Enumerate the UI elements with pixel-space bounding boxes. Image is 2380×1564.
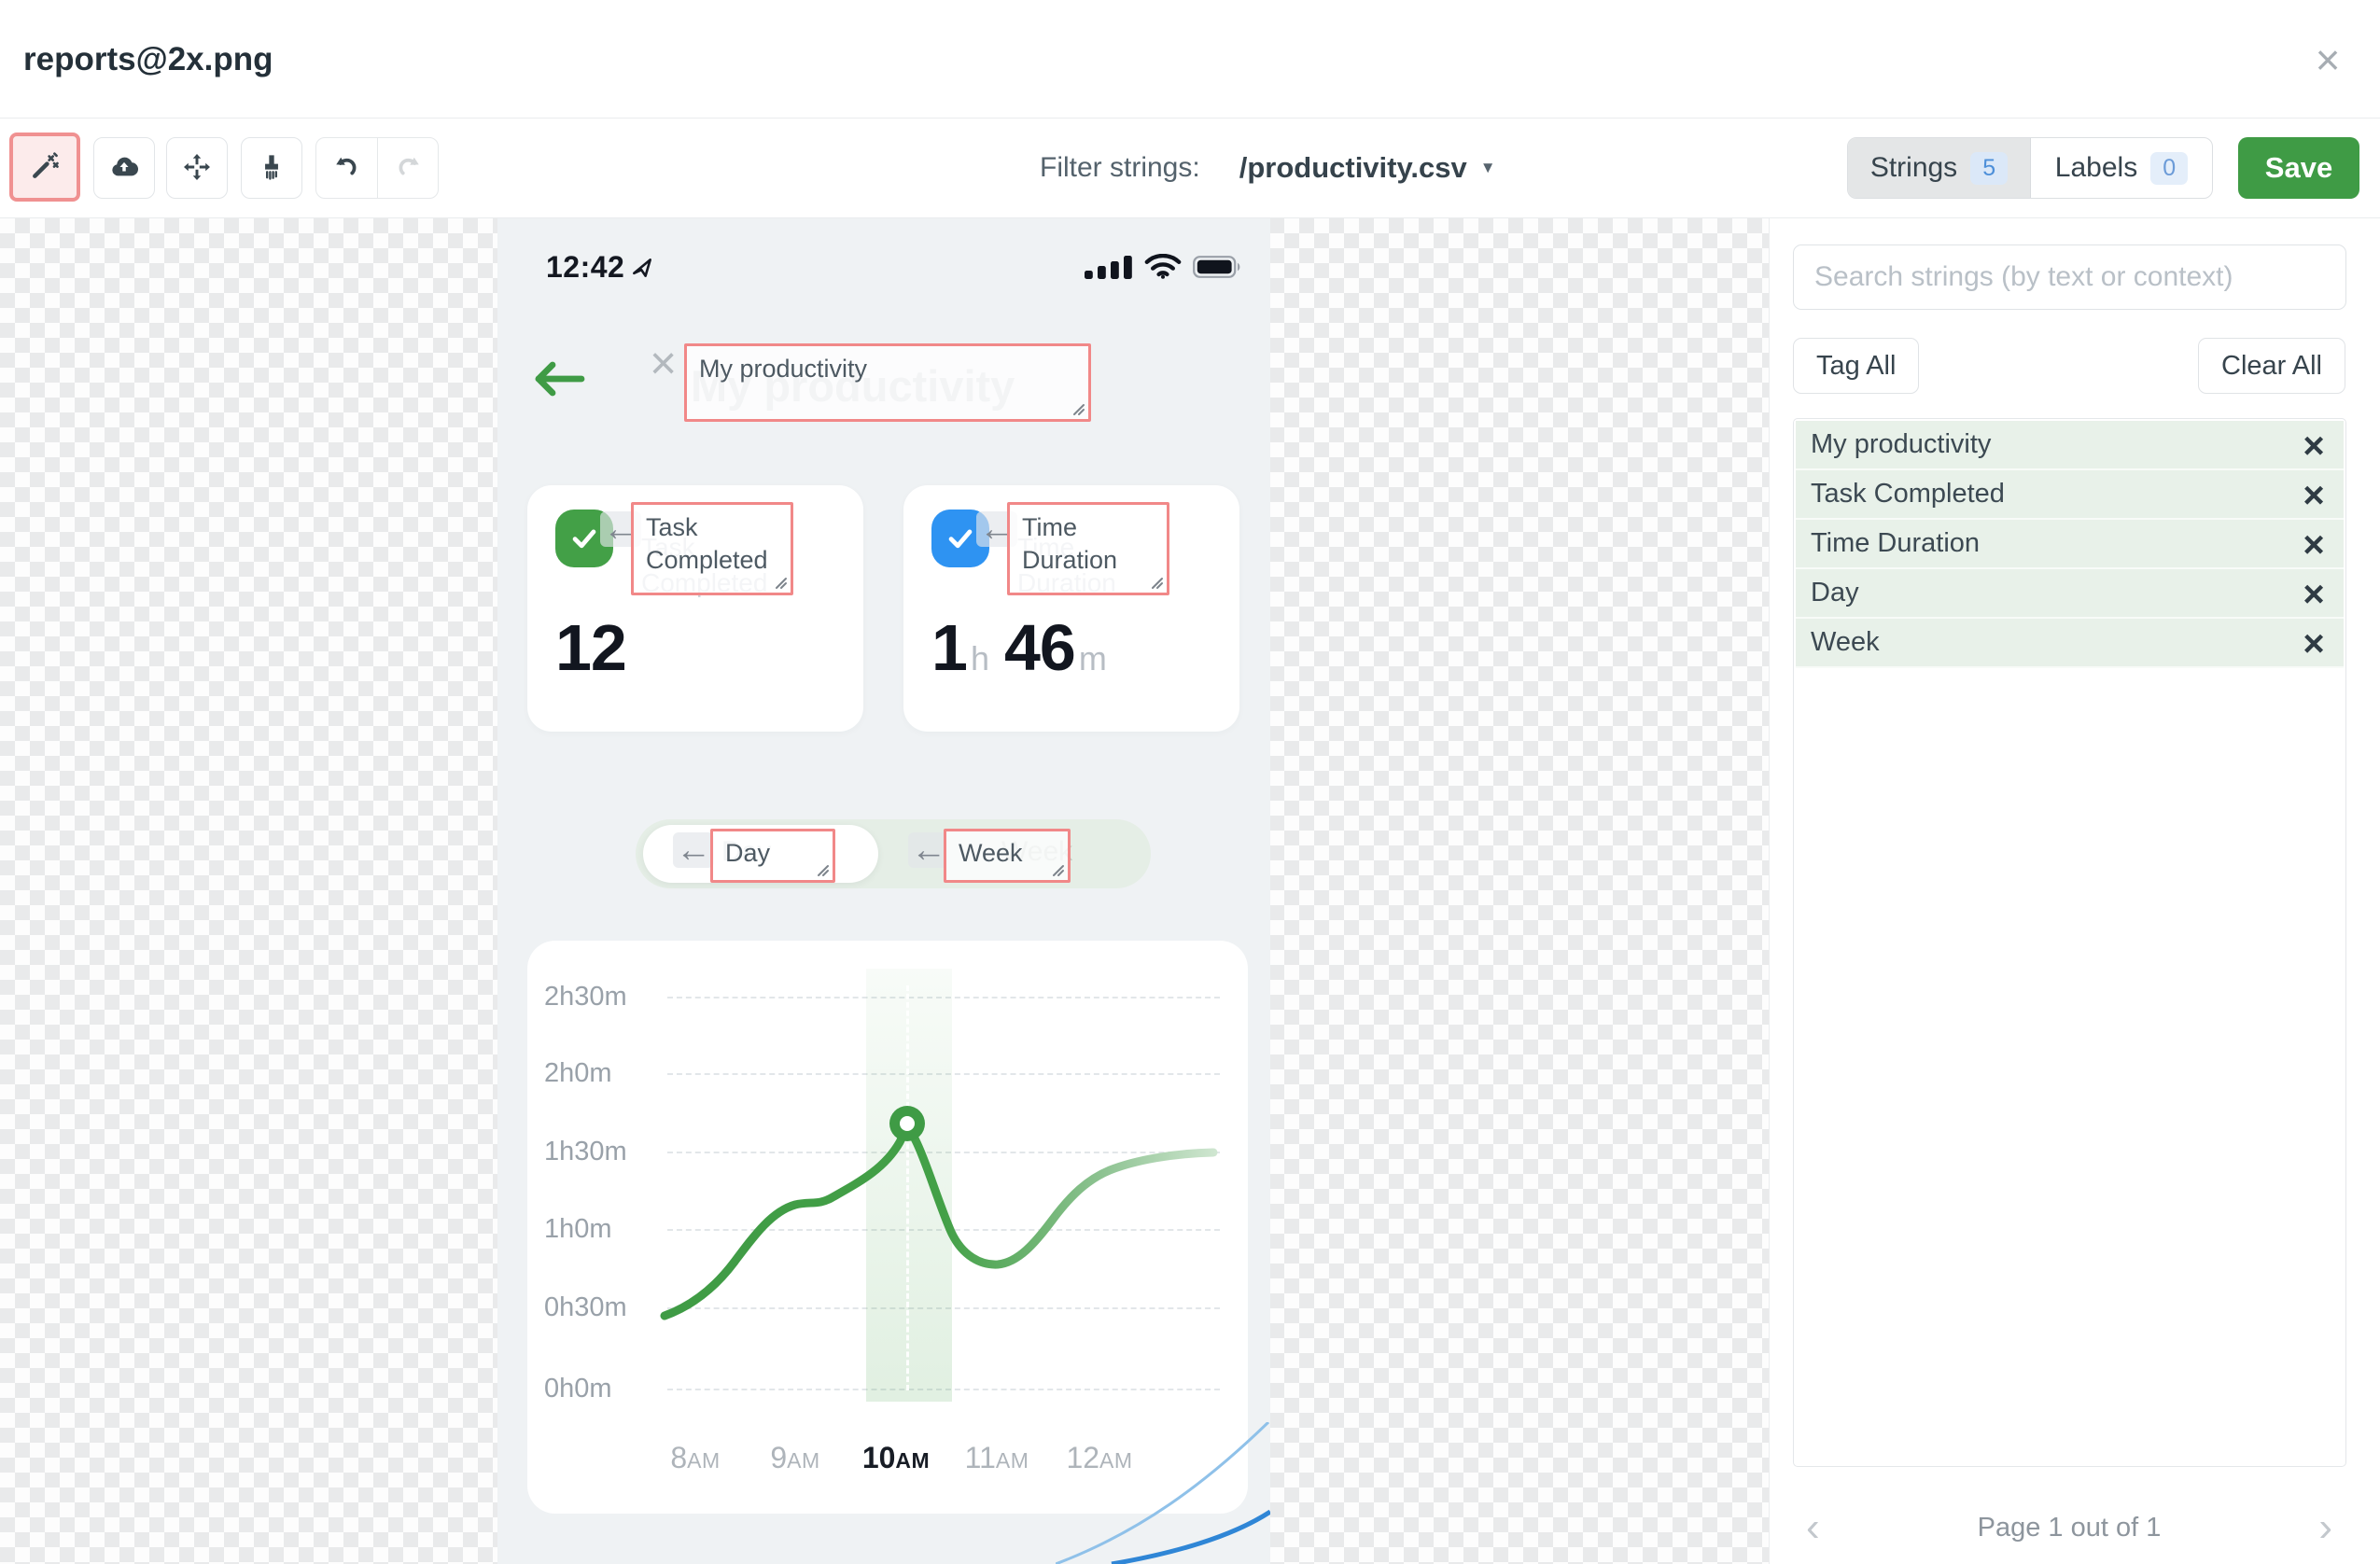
- value-hours: 1: [931, 611, 968, 684]
- undo-button[interactable]: [316, 138, 377, 198]
- task-count-value: 12: [555, 611, 627, 684]
- remove-string-icon[interactable]: ×: [2291, 619, 2336, 668]
- tag-box-title[interactable]: My productivity: [684, 343, 1091, 422]
- tag-box-task-completed[interactable]: Task Completed: [631, 502, 793, 595]
- filter-strings-control: Filter strings: /productivity.csv ▼: [1040, 119, 1496, 217]
- value-minutes: 46: [1003, 611, 1076, 684]
- remove-string-icon[interactable]: ×: [2291, 569, 2336, 619]
- tag-label: Task Completed: [646, 513, 768, 575]
- next-page-icon[interactable]: ›: [2305, 1507, 2345, 1548]
- resize-handle-icon[interactable]: [1050, 862, 1065, 877]
- strings-count-badge: 5: [1970, 151, 2009, 185]
- remove-string-icon[interactable]: ×: [2291, 520, 2336, 569]
- upload-tool-button[interactable]: [93, 137, 155, 199]
- tag-label: My productivity: [699, 355, 868, 383]
- labels-count-badge: 0: [2150, 151, 2189, 185]
- tab-labels-label: Labels: [2054, 152, 2138, 183]
- window-close-button[interactable]: ×: [2302, 34, 2354, 86]
- search-strings-input[interactable]: [1793, 244, 2346, 310]
- x-axis-label: 9AM: [770, 1441, 820, 1474]
- caret-down-icon: ▼: [1479, 159, 1496, 176]
- tab-labels[interactable]: Labels 0: [2030, 138, 2212, 198]
- undo-icon: [333, 153, 361, 184]
- status-time: 12:42: [546, 250, 625, 284]
- tag-box-week[interactable]: Week: [944, 829, 1071, 883]
- wifi-icon: [1144, 253, 1182, 285]
- editor-canvas: 12:42 × My productivity ← Task Completed…: [0, 218, 2380, 1564]
- clear-all-button[interactable]: Clear All: [2198, 338, 2345, 394]
- value-hours-unit: h: [970, 639, 989, 677]
- x-axis-label: 8AM: [670, 1441, 721, 1474]
- magic-wand-tool-button[interactable]: [9, 133, 80, 202]
- string-list-item[interactable]: Time Duration ×: [1796, 520, 2344, 569]
- pagination: ‹ Page 1 out of 1 ›: [1793, 1507, 2345, 1548]
- card-task-completed: ← Task Completed Task Completed 12: [527, 485, 863, 732]
- string-text: Week: [1811, 627, 1880, 657]
- string-list-item[interactable]: My productivity ×: [1796, 421, 2344, 470]
- card-time-duration: ← Time Duration Time Duration 1 h 46 m: [903, 485, 1239, 732]
- cloud-upload-icon: [109, 152, 139, 185]
- strings-panel: Tag All Clear All My productivity × Task…: [1769, 218, 2380, 1564]
- resize-handle-icon[interactable]: [1149, 575, 1164, 590]
- tag-all-button[interactable]: Tag All: [1793, 338, 1920, 394]
- remove-string-icon[interactable]: ×: [2291, 470, 2336, 520]
- value-minutes-unit: m: [1078, 639, 1107, 677]
- filter-file-value: /productivity.csv: [1239, 151, 1467, 184]
- redo-icon: [394, 153, 422, 184]
- toolbar: Filter strings: /productivity.csv ▼ Stri…: [0, 119, 2380, 218]
- undo-redo-group: [315, 137, 439, 199]
- back-arrow-icon[interactable]: [533, 360, 585, 402]
- signal-icon: [1085, 255, 1133, 284]
- x-axis-label: 11AM: [964, 1441, 1029, 1474]
- string-list-item[interactable]: Week ×: [1796, 619, 2344, 668]
- tab-strings-label: Strings: [1869, 152, 1958, 183]
- redo-button[interactable]: [377, 138, 438, 198]
- string-text: Task Completed: [1811, 479, 2005, 509]
- dismiss-x-icon[interactable]: ×: [650, 340, 677, 386]
- string-text: Day: [1811, 578, 1859, 607]
- resize-handle-icon[interactable]: [815, 862, 830, 877]
- window-title: reports@2x.png: [23, 40, 273, 77]
- tag-label: Time Duration: [1022, 513, 1118, 575]
- filter-file-select[interactable]: /productivity.csv ▼: [1239, 151, 1496, 185]
- battery-icon: [1193, 256, 1243, 283]
- tab-strings[interactable]: Strings 5: [1848, 138, 2030, 198]
- resize-handle-icon[interactable]: [773, 575, 788, 590]
- close-icon: ×: [2315, 35, 2341, 84]
- strings-list: My productivity × Task Completed × Time …: [1793, 418, 2346, 1467]
- x-axis-label-active: 10AM: [861, 1441, 931, 1474]
- brush-tool-button[interactable]: [241, 137, 302, 199]
- window-titlebar: reports@2x.png ×: [0, 0, 2380, 119]
- string-list-item[interactable]: Day ×: [1796, 569, 2344, 619]
- filter-strings-label: Filter strings:: [1040, 152, 1200, 183]
- resize-handle-icon[interactable]: [1071, 401, 1085, 416]
- chart-marker-center: [900, 1116, 915, 1131]
- location-arrow-icon: [630, 256, 654, 285]
- save-button[interactable]: Save: [2238, 137, 2359, 199]
- string-list-item[interactable]: Task Completed ×: [1796, 470, 2344, 520]
- string-text: Time Duration: [1811, 528, 1981, 558]
- tag-box-day[interactable]: Day: [710, 829, 835, 883]
- duration-value: 1 h 46 m: [931, 610, 1107, 685]
- strings-labels-tabs: Strings 5 Labels 0: [1847, 137, 2213, 199]
- drag-arrow-icon[interactable]: ←: [673, 832, 714, 868]
- move-icon: [182, 152, 212, 185]
- tag-label: Day: [725, 839, 771, 867]
- prev-page-icon[interactable]: ‹: [1793, 1507, 1833, 1548]
- remove-string-icon[interactable]: ×: [2291, 421, 2336, 470]
- magic-wand-icon: [30, 151, 60, 184]
- phone-screenshot: 12:42 × My productivity ← Task Completed…: [497, 218, 1270, 1564]
- brush-icon: [257, 152, 287, 185]
- page-indicator: Page 1 out of 1: [1977, 1512, 2162, 1543]
- move-tool-button[interactable]: [166, 137, 228, 199]
- tag-label: Week: [959, 839, 1023, 867]
- string-text: My productivity: [1811, 429, 1992, 459]
- day-week-toggle: Day Week ← ← Day Week: [636, 819, 1151, 888]
- status-icons: [1085, 253, 1243, 285]
- tag-box-time-duration[interactable]: Time Duration: [1007, 502, 1169, 595]
- decorative-curves: [1056, 1422, 1270, 1564]
